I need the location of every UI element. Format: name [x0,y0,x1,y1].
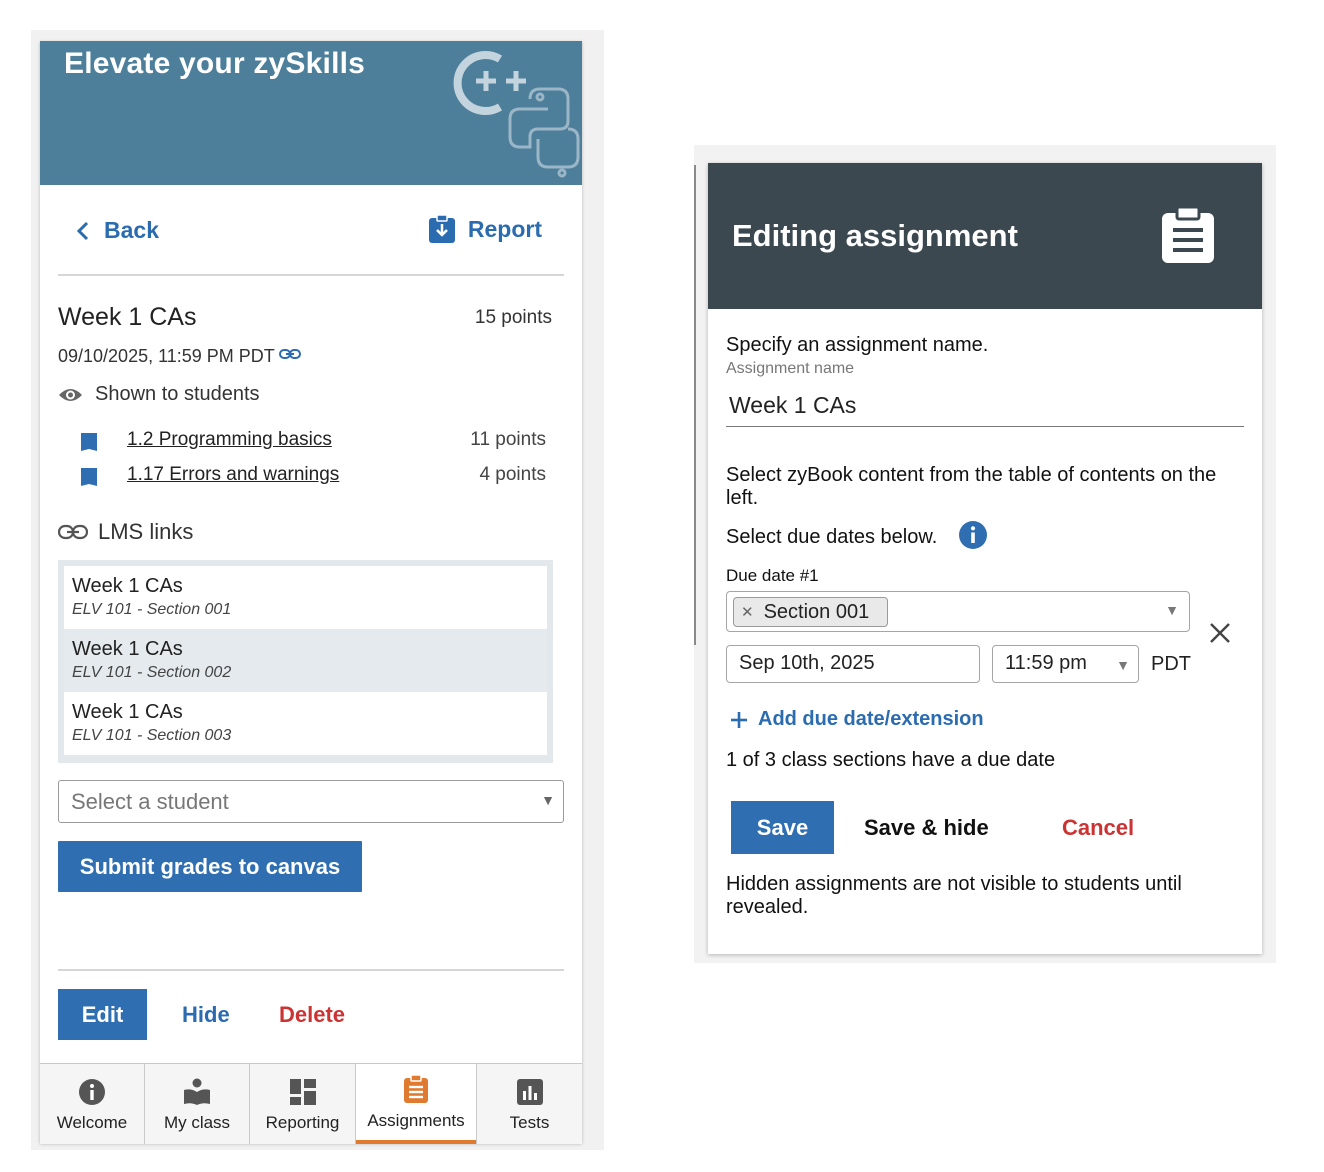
lms-link-title: Week 1 CAs [72,701,183,723]
student-select[interactable]: Select a student ▼ [58,780,564,823]
eye-icon [59,388,82,401]
tab-assignments[interactable]: Assignments [356,1064,477,1144]
due-time-select[interactable]: 11:59 pm ▼ [992,645,1139,683]
lms-link-section: ELV 101 - Section 001 [72,601,232,618]
due-date-input[interactable]: Sep 10th, 2025 [726,645,980,683]
assignment-title: Week 1 CAs [58,303,197,331]
due-time-value: 11:59 pm [1005,652,1087,674]
assignment-actions: Edit Hide Delete [58,989,564,1040]
lms-link-item[interactable]: Week 1 CAs ELV 101 - Section 001 [64,566,547,629]
editing-assignment-panel: Editing assignment Specify an assignment… [708,163,1262,954]
section-chip-label: Section 001 [763,600,870,623]
plus-icon [731,711,747,728]
bar-chart-icon [516,1079,543,1105]
clipboard-icon [1162,205,1214,263]
back-label: Back [104,217,159,243]
lms-links-heading: LMS links [58,519,193,545]
due-date-status: 1 of 3 class sections have a due date [726,749,1056,771]
link-icon[interactable] [278,348,301,360]
save-button[interactable]: Save [731,801,834,854]
divider [58,274,564,276]
back-button[interactable]: Back [76,217,159,244]
report-button[interactable]: Report [428,214,542,244]
editing-title: Editing assignment [732,218,1018,253]
report-label: Report [467,215,542,242]
assignment-name-label: Assignment name [726,360,855,377]
dropdown-arrow-icon: ▼ [541,792,555,808]
banner-title: Elevate your zySkills [64,47,366,80]
tab-label: My class [163,1113,231,1132]
tab-reporting[interactable]: Reporting [250,1064,356,1144]
lms-link-title: Week 1 CAs [72,638,183,660]
promo-banner: Elevate your zySkills [40,41,582,185]
lms-link-section: ELV 101 - Section 003 [72,727,232,744]
dropdown-arrow-icon: ▼ [1165,602,1179,618]
chip-remove-icon[interactable]: ✕ [741,603,754,621]
name-prompt: Specify an assignment name. [726,334,989,356]
section-item: 1.2 Programming basics 11 points [80,429,546,457]
due-date-label: Due date #1 [726,566,819,585]
tab-my-class[interactable]: My class [145,1064,250,1144]
lms-link-item[interactable]: Week 1 CAs ELV 101 - Section 002 [64,629,547,692]
section-points: 11 points [470,429,546,450]
content-instruction: Select zyBook content from the table of … [726,464,1217,509]
add-due-date-label: Add due date/extension [758,708,984,730]
download-report-icon [428,214,455,243]
visibility-label: Shown to students [95,383,260,405]
section-link[interactable]: 1.2 Programming basics [127,429,332,451]
bottom-tab-bar: Welcome My class Reporting Assignments T… [40,1063,582,1144]
edit-button[interactable]: Edit [58,989,147,1040]
clipboard-icon [404,1074,428,1103]
section-link[interactable]: 1.17 Errors and warnings [127,464,339,486]
cancel-button[interactable]: Cancel [1062,815,1134,841]
tab-label: Tests [509,1113,550,1132]
bookmark-icon [81,468,97,486]
due-instruction: Select due dates below. [726,526,938,548]
reader-icon [184,1078,210,1105]
tab-welcome[interactable]: Welcome [40,1064,145,1144]
visibility-status: Shown to students [58,383,260,406]
info-icon [79,1079,105,1105]
submit-grades-button[interactable]: Submit grades to canvas [58,841,362,892]
lms-heading-label: LMS links [98,519,194,544]
delete-button[interactable]: Delete [279,1002,345,1028]
info-icon[interactable] [958,520,988,550]
language-logos-icon [453,51,580,178]
lms-links-list: Week 1 CAs ELV 101 - Section 001 Week 1 … [58,560,553,763]
tab-tests[interactable]: Tests [477,1064,582,1144]
timezone-label: PDT [1151,653,1191,675]
assignment-name-value: Week 1 CAs [729,392,857,418]
section-item: 1.17 Errors and warnings 4 points [80,464,546,492]
save-and-hide-button[interactable]: Save & hide [864,815,989,841]
lms-link-item[interactable]: Week 1 CAs ELV 101 - Section 003 [64,692,547,755]
assignment-detail-panel: Elevate your zySkills Back Report Week 1… [40,41,582,1144]
section-points: 4 points [479,464,546,485]
link-icon [58,524,88,540]
tab-label: Assignments [367,1111,465,1130]
hide-button[interactable]: Hide [182,1002,230,1028]
assignment-due-date: 09/10/2025, 11:59 PM PDT [58,346,301,367]
tab-label: Welcome [56,1113,128,1132]
section-chip: ✕ Section 001 [733,597,888,627]
tab-label: Reporting [265,1113,340,1132]
editing-header: Editing assignment [708,163,1262,309]
due-date-text: 09/10/2025, 11:59 PM PDT [58,346,275,366]
nav-row: Back Report [40,211,582,257]
divider [58,969,564,971]
dashboard-icon [289,1079,316,1105]
dropdown-arrow-icon: ▼ [1116,657,1130,673]
section-select[interactable]: ✕ Section 001 ▼ [726,591,1190,632]
student-select-placeholder: Select a student [71,789,229,814]
close-icon[interactable] [1208,621,1232,645]
panel-edge [694,165,696,645]
lms-link-title: Week 1 CAs [72,575,183,597]
add-due-date-button[interactable]: Add due date/extension [730,708,984,731]
chevron-left-icon [76,221,89,240]
assignment-points: 15 points [474,307,552,328]
bookmark-icon [81,433,97,451]
assignment-name-input[interactable]: Week 1 CAs [726,385,1244,427]
lms-link-section: ELV 101 - Section 002 [72,664,232,681]
hidden-footnote: Hidden assignments are not visible to st… [726,873,1182,918]
